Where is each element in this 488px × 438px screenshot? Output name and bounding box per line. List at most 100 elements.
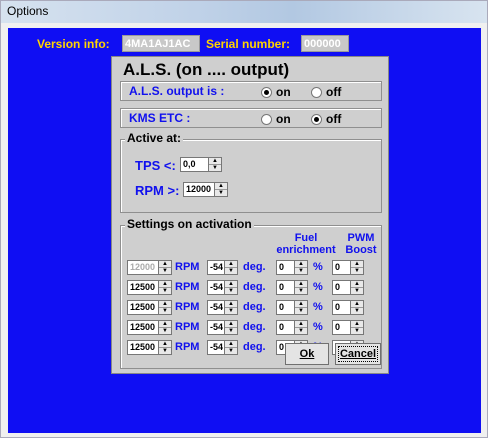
spin-down-icon[interactable]: ▼ — [159, 347, 171, 354]
percent-unit: % — [313, 261, 323, 273]
spin-down-icon[interactable]: ▼ — [159, 327, 171, 334]
row-4-deg-value[interactable]: -54 — [207, 340, 225, 355]
spinner-buttons[interactable]: ▲ ▼ — [215, 182, 228, 197]
row-4-rpm-value[interactable]: 12500 — [127, 340, 159, 355]
row-3-fuel-value[interactable]: 0 — [276, 320, 295, 335]
spin-down-icon[interactable]: ▼ — [295, 267, 307, 274]
kms-etc-label: KMS ETC : — [129, 111, 191, 125]
rpm-unit: RPM — [175, 261, 200, 273]
row-2-rpm-value[interactable]: 12500 — [127, 300, 159, 315]
spin-down-icon[interactable]: ▼ — [209, 164, 221, 171]
spinner-buttons[interactable]: ▲▼ — [159, 260, 172, 275]
spin-down-icon[interactable]: ▼ — [225, 347, 237, 354]
row-0-pwm-spinner[interactable]: 0 ▲ ▼ — [332, 260, 364, 275]
rpm-spinner[interactable]: 12000 ▲ ▼ — [183, 182, 228, 197]
row-3-rpm-spinner[interactable]: 12500 ▲ ▼ — [127, 320, 172, 335]
spin-down-icon[interactable]: ▼ — [351, 287, 363, 294]
row-1-deg-spinner[interactable]: -54 ▲ ▼ — [207, 280, 238, 295]
row-1-deg-value[interactable]: -54 — [207, 280, 225, 295]
percent-unit: % — [313, 301, 323, 313]
row-4-deg-spinner[interactable]: -54 ▲ ▼ — [207, 340, 238, 355]
spin-down-icon[interactable]: ▼ — [159, 267, 171, 274]
row-0-deg-value[interactable]: -54 — [207, 260, 225, 275]
row-4-rpm-spinner[interactable]: 12500 ▲ ▼ — [127, 340, 172, 355]
row-3-pwm-spinner[interactable]: 0 ▲ ▼ — [332, 320, 364, 335]
spin-down-icon[interactable]: ▼ — [159, 307, 171, 314]
row-2-fuel-spinner[interactable]: 0 ▲ ▼ — [276, 300, 308, 315]
spinner-buttons[interactable]: ▲▼ — [225, 340, 238, 355]
spin-down-icon[interactable]: ▼ — [351, 327, 363, 334]
row-1-rpm-value[interactable]: 12500 — [127, 280, 159, 295]
spin-down-icon[interactable]: ▼ — [295, 307, 307, 314]
row-2-rpm-spinner[interactable]: 12500 ▲ ▼ — [127, 300, 172, 315]
percent-unit: % — [313, 321, 323, 333]
version-row: Version info: 4MA1AJ1AC Serial number: 0… — [8, 35, 481, 53]
row-3-rpm-value[interactable]: 12500 — [127, 320, 159, 335]
row-2-pwm-value[interactable]: 0 — [332, 300, 351, 315]
rpm-label: RPM >: — [135, 183, 180, 198]
spinner-buttons[interactable]: ▲▼ — [159, 300, 172, 315]
spinner-buttons[interactable]: ▲▼ — [295, 320, 308, 335]
row-1-fuel-spinner[interactable]: 0 ▲ ▼ — [276, 280, 308, 295]
als-on-radio[interactable]: on — [261, 85, 291, 99]
tps-value[interactable]: 0,0 — [180, 157, 209, 172]
row-0-fuel-value[interactable]: 0 — [276, 260, 295, 275]
row-0-pwm-value[interactable]: 0 — [332, 260, 351, 275]
row-3-deg-value[interactable]: -54 — [207, 320, 225, 335]
spinner-buttons[interactable]: ▲▼ — [295, 280, 308, 295]
row-1-pwm-value[interactable]: 0 — [332, 280, 351, 295]
spinner-buttons[interactable]: ▲ ▼ — [209, 157, 222, 172]
spinner-buttons[interactable]: ▲▼ — [295, 260, 308, 275]
spinner-buttons[interactable]: ▲▼ — [351, 320, 364, 335]
row-1-pwm-spinner[interactable]: 0 ▲ ▼ — [332, 280, 364, 295]
spin-down-icon[interactable]: ▼ — [351, 267, 363, 274]
deg-unit: deg. — [243, 321, 266, 333]
spinner-buttons[interactable]: ▲▼ — [351, 300, 364, 315]
rpm-unit: RPM — [175, 341, 200, 353]
spin-down-icon[interactable]: ▼ — [295, 287, 307, 294]
kms-on-radio[interactable]: on — [261, 112, 291, 126]
row-3-deg-spinner[interactable]: -54 ▲ ▼ — [207, 320, 238, 335]
row-0-rpm-value[interactable]: 12000 — [127, 260, 159, 275]
spin-down-icon[interactable]: ▼ — [225, 287, 237, 294]
spinner-buttons[interactable]: ▲▼ — [225, 300, 238, 315]
spin-down-icon[interactable]: ▼ — [351, 307, 363, 314]
row-2-fuel-value[interactable]: 0 — [276, 300, 295, 315]
row-2-pwm-spinner[interactable]: 0 ▲ ▼ — [332, 300, 364, 315]
row-3-fuel-spinner[interactable]: 0 ▲ ▼ — [276, 320, 308, 335]
cancel-button[interactable]: Cancel — [335, 343, 381, 365]
spinner-buttons[interactable]: ▲▼ — [351, 280, 364, 295]
spinner-buttons[interactable]: ▲▼ — [159, 340, 172, 355]
kms-off-radio[interactable]: off — [311, 112, 341, 126]
row-3-pwm-value[interactable]: 0 — [332, 320, 351, 335]
radio-empty-icon — [311, 86, 322, 98]
spinner-buttons[interactable]: ▲▼ — [225, 260, 238, 275]
spin-down-icon[interactable]: ▼ — [159, 287, 171, 294]
row-1-fuel-value[interactable]: 0 — [276, 280, 295, 295]
spinner-buttons[interactable]: ▲▼ — [351, 260, 364, 275]
row-0-deg-spinner[interactable]: -54 ▲ ▼ — [207, 260, 238, 275]
row-2-deg-value[interactable]: -54 — [207, 300, 225, 315]
radio-empty-icon — [261, 113, 272, 125]
spinner-buttons[interactable]: ▲▼ — [225, 320, 238, 335]
spin-down-icon[interactable]: ▼ — [225, 267, 237, 274]
als-off-radio[interactable]: off — [311, 85, 341, 99]
rpm-value[interactable]: 12000 — [183, 182, 215, 197]
ok-button[interactable]: Ok — [285, 343, 329, 365]
spinner-buttons[interactable]: ▲▼ — [225, 280, 238, 295]
pwm-header-line1: PWM — [347, 232, 375, 244]
spin-down-icon[interactable]: ▼ — [295, 327, 307, 334]
row-1-rpm-spinner[interactable]: 12500 ▲ ▼ — [127, 280, 172, 295]
spin-down-icon[interactable]: ▼ — [225, 327, 237, 334]
als-output-group: A.L.S. output is : on off — [120, 81, 382, 101]
row-0-fuel-spinner[interactable]: 0 ▲ ▼ — [276, 260, 308, 275]
tps-spinner[interactable]: 0,0 ▲ ▼ — [180, 157, 222, 172]
spin-down-icon[interactable]: ▼ — [215, 189, 227, 196]
options-window: Options Version info: 4MA1AJ1AC Serial n… — [0, 0, 488, 438]
row-0-rpm-spinner[interactable]: 12000 ▲ ▼ — [127, 260, 172, 275]
spinner-buttons[interactable]: ▲▼ — [159, 280, 172, 295]
row-2-deg-spinner[interactable]: -54 ▲ ▼ — [207, 300, 238, 315]
spinner-buttons[interactable]: ▲▼ — [295, 300, 308, 315]
spin-down-icon[interactable]: ▼ — [225, 307, 237, 314]
spinner-buttons[interactable]: ▲▼ — [159, 320, 172, 335]
